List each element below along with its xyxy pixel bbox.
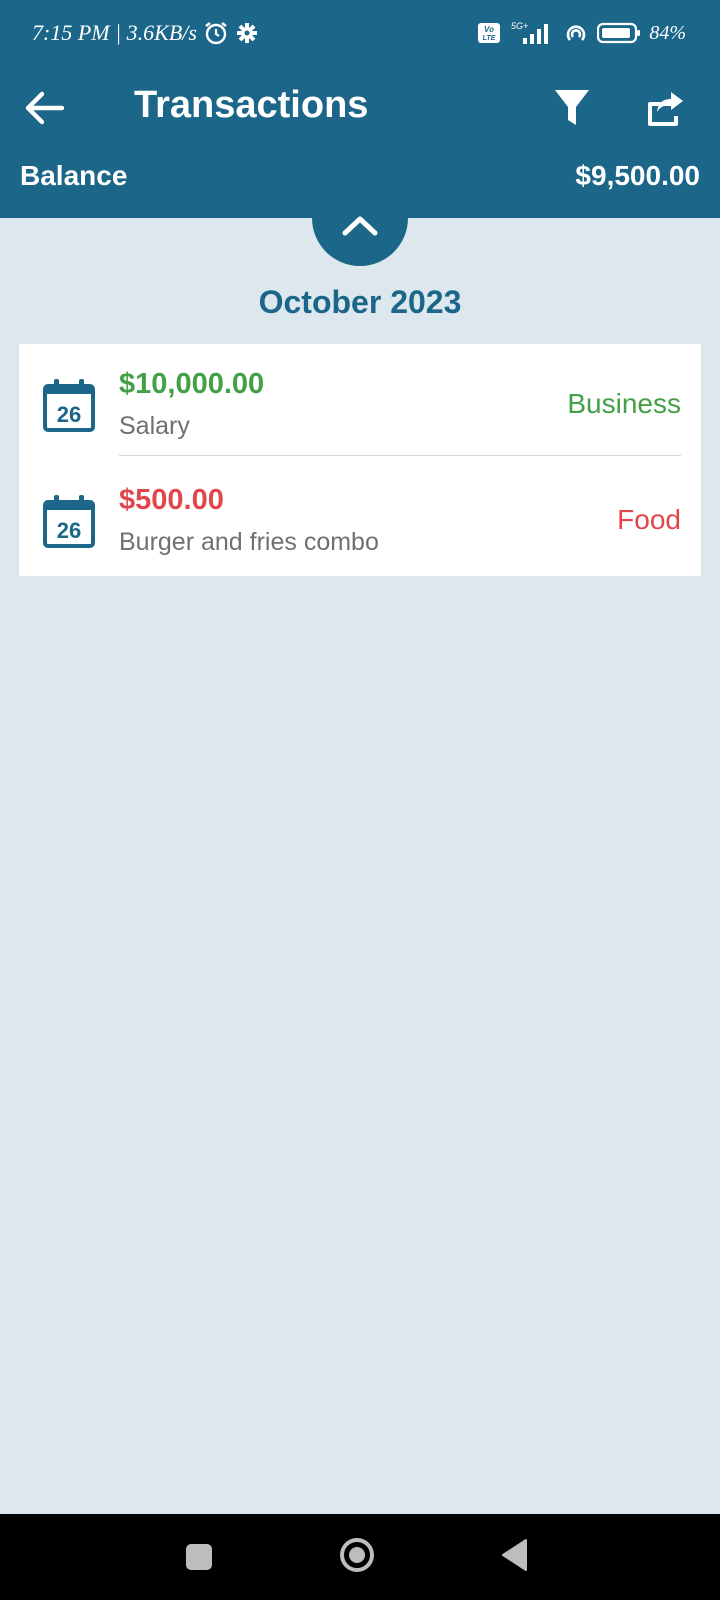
filter-icon bbox=[555, 90, 589, 125]
transaction-amount: $10,000.00 bbox=[119, 368, 265, 400]
home-button[interactable] bbox=[339, 1537, 375, 1573]
transaction-description: Burger and fries combo bbox=[119, 528, 379, 556]
month-header: October 2023 bbox=[258, 284, 462, 320]
transaction-description: Salary bbox=[119, 412, 190, 440]
status-left: 7:15 PM | 3.6KB/s bbox=[32, 20, 259, 46]
alarm-icon bbox=[203, 20, 229, 46]
transaction-category: Business bbox=[567, 388, 681, 419]
system-nav-bar bbox=[0, 1514, 720, 1600]
svg-text:LTE: LTE bbox=[483, 35, 496, 42]
divider bbox=[119, 455, 681, 456]
battery-icon bbox=[597, 22, 641, 44]
network-type: 5G+ bbox=[511, 21, 528, 31]
volte-icon: Vo LTE bbox=[477, 22, 501, 44]
collapse-summary-button[interactable] bbox=[312, 170, 408, 266]
calendar-icon: 26 bbox=[43, 379, 95, 432]
transaction-day: 26 bbox=[57, 402, 81, 427]
balance-label: Balance bbox=[20, 160, 128, 191]
page-title: Transactions bbox=[134, 84, 369, 126]
settings-gear-icon bbox=[235, 21, 259, 45]
arrow-left-icon bbox=[25, 91, 64, 125]
transaction-row[interactable]: 26 $10,000.00 Salary Business bbox=[19, 344, 701, 460]
recents-button[interactable] bbox=[186, 1544, 212, 1570]
status-bar: 7:15 PM | 3.6KB/s Vo LTE 5G+ 84% bbox=[0, 0, 720, 68]
battery-percent: 84% bbox=[649, 21, 686, 44]
share-button[interactable] bbox=[644, 86, 688, 130]
transaction-day: 26 bbox=[57, 518, 81, 543]
signal-icon: 5G+ bbox=[509, 20, 555, 46]
hotspot-icon bbox=[563, 20, 589, 46]
transactions-list: 26 $10,000.00 Salary Business 26 $500.00… bbox=[19, 344, 701, 576]
svg-text:Vo: Vo bbox=[484, 25, 494, 34]
transaction-row[interactable]: 26 $500.00 Burger and fries combo Food bbox=[19, 460, 701, 576]
back-button[interactable] bbox=[22, 86, 66, 130]
transaction-amount: $500.00 bbox=[119, 484, 224, 516]
calendar-icon: 26 bbox=[43, 495, 95, 548]
balance-value: $9,500.00 bbox=[575, 160, 700, 191]
nav-back-button[interactable] bbox=[500, 1538, 528, 1572]
transaction-category: Food bbox=[617, 504, 681, 535]
chevron-up-icon bbox=[342, 216, 378, 236]
status-time: 7:15 PM bbox=[32, 20, 110, 45]
filter-button[interactable] bbox=[552, 86, 592, 130]
status-right: Vo LTE 5G+ 84% bbox=[469, 20, 686, 46]
share-icon bbox=[648, 92, 683, 126]
status-net-speed: 3.6KB/s bbox=[126, 20, 197, 45]
